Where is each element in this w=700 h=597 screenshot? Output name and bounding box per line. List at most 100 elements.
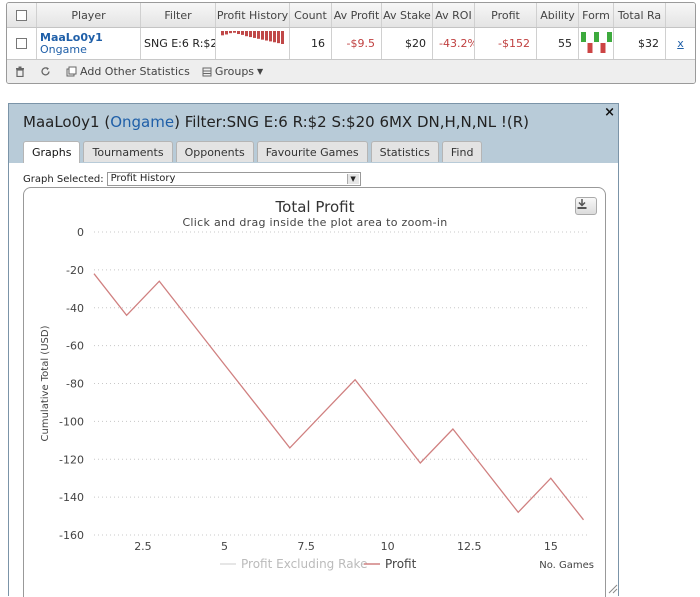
row-checkbox[interactable] — [16, 38, 27, 49]
add-stats-icon — [66, 66, 77, 77]
y-tick-label: -120 — [59, 453, 84, 466]
graph-selected-label: Graph Selected: — [23, 173, 104, 185]
player-site-link[interactable]: Ongame — [40, 43, 87, 56]
resize-grip-icon[interactable] — [606, 582, 618, 594]
close-icon[interactable]: × — [604, 105, 615, 120]
export-chart-button[interactable] — [575, 197, 597, 215]
groups-dropdown[interactable]: Groups ▼ — [202, 65, 263, 78]
chart-container[interactable]: Total Profit Click and drag inside the pl… — [23, 187, 606, 597]
sparkline-bar — [233, 31, 236, 33]
y-tick-label: 0 — [77, 226, 84, 239]
sparkline-bar — [237, 31, 240, 35]
legend-item: Profit Excluding Rake — [241, 557, 367, 571]
y-tick-label: -40 — [66, 302, 84, 315]
count-cell: 16 — [290, 28, 332, 59]
tab-graphs[interactable]: Graphs — [23, 141, 81, 163]
close-window-button[interactable]: × — [604, 105, 615, 120]
y-tick-label: -80 — [66, 378, 84, 391]
sparkline-bar — [281, 31, 284, 44]
column-header-remove — [666, 3, 695, 27]
select-all-checkbox[interactable] — [16, 9, 27, 21]
form-bar — [607, 32, 612, 42]
sparkline-bar — [265, 31, 268, 41]
profit-chart[interactable]: Total ProfitClick and drag inside the pl… — [24, 188, 606, 597]
series-line-1 — [93, 273, 585, 521]
x-tick-label: 10 — [381, 540, 395, 553]
y-tick-label: -100 — [59, 415, 84, 428]
sparkline-bar — [277, 31, 280, 44]
column-header-ability[interactable]: Ability — [537, 3, 579, 27]
profit-history-sparkline — [216, 28, 290, 59]
site-link[interactable]: Ongame — [110, 113, 174, 131]
tab-favourite-games[interactable]: Favourite Games — [256, 141, 368, 162]
chart-subtitle: Click and drag inside the plot area to z… — [182, 216, 447, 229]
filter-cell: SNG E:6 R:$2 — [141, 28, 216, 59]
window-tabs: Graphs Tournaments Opponents Favourite G… — [23, 141, 485, 163]
profit-history-sparkline-svg — [221, 31, 284, 44]
form-indicator — [579, 28, 614, 59]
y-tick-label: -140 — [59, 491, 84, 504]
av-profit-cell: -$9.5 — [332, 28, 382, 59]
column-header-count[interactable]: Count — [290, 3, 332, 27]
add-other-statistics-button[interactable]: Add Other Statistics — [66, 65, 190, 78]
column-header-form[interactable]: Form — [579, 3, 614, 27]
form-bar — [587, 43, 593, 53]
refresh-icon — [41, 67, 50, 76]
player-cell[interactable]: MaaLo0y1 Ongame — [37, 28, 141, 59]
table-header-row: Player Filter Profit History Count Av Pr… — [7, 3, 695, 28]
graph-selector: Graph Selected: Profit History ▼ — [23, 172, 361, 186]
player-stats-table: Player Filter Profit History Count Av Pr… — [6, 2, 696, 84]
tab-statistics[interactable]: Statistics — [370, 141, 439, 162]
form-bar — [594, 32, 599, 42]
av-stake-cell: $20 — [382, 28, 433, 59]
table-row[interactable]: MaaLo0y1 Ongame SNG E:6 R:$2 16 -$9.5 $2… — [7, 28, 695, 60]
sparkline-bar — [241, 31, 244, 35]
row-checkbox-cell[interactable] — [7, 28, 37, 59]
sparkline-bar — [245, 31, 248, 37]
graph-select-dropdown[interactable]: Profit History ▼ — [106, 172, 361, 186]
x-tick-label: 5 — [221, 540, 228, 553]
tab-opponents[interactable]: Opponents — [175, 141, 254, 162]
tab-find[interactable]: Find — [441, 141, 483, 162]
download-icon — [577, 199, 587, 209]
close-icon[interactable]: x — [677, 37, 684, 50]
column-header-av-roi[interactable]: Av ROI — [433, 3, 475, 27]
chevron-down-icon[interactable]: ▼ — [346, 174, 359, 184]
x-tick-label: 7.5 — [297, 540, 315, 553]
sparkline-bar — [273, 31, 276, 43]
sparkline-bar — [257, 31, 260, 39]
y-tick-label: -160 — [59, 529, 84, 542]
x-tick-label: 15 — [544, 540, 558, 553]
column-header-player[interactable]: Player — [37, 3, 141, 27]
trash-icon — [16, 66, 24, 77]
column-header-av-profit[interactable]: Av Profit — [332, 3, 382, 27]
sparkline-bar — [221, 31, 224, 36]
sparkline-bar — [269, 31, 272, 42]
x-tick-label: 12.5 — [457, 540, 482, 553]
column-header-av-stake[interactable]: Av Stake — [382, 3, 433, 27]
groups-icon — [202, 67, 212, 76]
column-header-total-rake[interactable]: Total Ra — [614, 3, 666, 27]
delete-button[interactable] — [15, 66, 28, 77]
sparkline-bar — [249, 31, 252, 38]
window-header: MaaLo0y1 (Ongame) Filter:SNG E:6 R:$2 S:… — [9, 104, 618, 163]
tab-tournaments[interactable]: Tournaments — [83, 141, 173, 162]
sparkline-bar — [225, 31, 228, 35]
legend-item: Profit — [385, 557, 417, 571]
total-rake-cell: $32 — [614, 28, 666, 59]
sparkline-bar — [253, 31, 256, 38]
chart-title: Total Profit — [275, 198, 355, 216]
sparkline-bar — [261, 31, 264, 40]
profit-cell: -$152 — [475, 28, 537, 59]
column-header-profit[interactable]: Profit — [475, 3, 537, 27]
player-name-link[interactable]: MaaLo0y1 — [40, 31, 103, 44]
column-header-profit-history[interactable]: Profit History — [216, 3, 290, 27]
column-header-filter[interactable]: Filter — [141, 3, 216, 27]
x-axis-label: No. Games — [539, 560, 594, 571]
select-all-checkbox-cell[interactable] — [7, 3, 37, 27]
y-axis-label: Cumulative Total (USD) — [40, 325, 51, 441]
table-toolbar: Add Other Statistics Groups ▼ — [7, 60, 695, 83]
ability-cell: 55 — [537, 28, 579, 59]
remove-row-button[interactable]: x — [666, 28, 695, 59]
refresh-button[interactable] — [40, 66, 54, 77]
